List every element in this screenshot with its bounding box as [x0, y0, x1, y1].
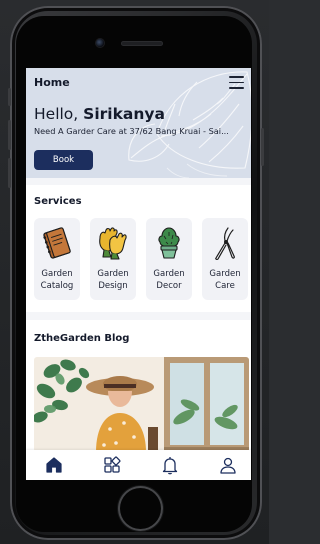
- power-button: [261, 128, 264, 166]
- service-label: Garden Care: [209, 268, 240, 292]
- pruning-shears-icon: [215, 227, 235, 261]
- catalog-book-icon: [43, 227, 71, 259]
- service-card-garden-care[interactable]: Garden Care: [202, 218, 248, 300]
- user-name: Sirikanya: [83, 105, 165, 123]
- service-label: Garden Catalog: [41, 268, 74, 292]
- book-button[interactable]: Book: [34, 150, 93, 170]
- gloves-icon: [99, 227, 127, 260]
- menu-line: [229, 81, 244, 83]
- service-label-line2: Design: [98, 281, 128, 291]
- service-card-garden-catalog[interactable]: Garden Catalog: [34, 218, 80, 300]
- menu-line: [229, 87, 244, 89]
- service-address: Need A Garder Care at 37/62 Bang Kruai -…: [34, 126, 229, 136]
- service-label: Garden Design: [97, 268, 128, 292]
- service-label-line1: Garden: [41, 269, 73, 279]
- user-icon[interactable]: [217, 454, 239, 476]
- home-icon[interactable]: [43, 454, 65, 476]
- earpiece-speaker: [121, 41, 163, 46]
- service-card-garden-decor[interactable]: Garden Decor: [146, 218, 192, 300]
- service-label: Garden Decor: [153, 268, 184, 292]
- app-screen: Home Hello, Sirikanya Need A Garder Care…: [26, 68, 251, 480]
- greeting: Hello, Sirikanya: [34, 105, 165, 123]
- greeting-prefix: Hello,: [34, 105, 84, 123]
- page-title: Home: [34, 76, 70, 89]
- blog-title: ZtheGarden Blog: [34, 333, 130, 344]
- bell-icon[interactable]: [159, 454, 181, 476]
- service-label-line2: Care: [215, 281, 235, 291]
- hero-header: Home Hello, Sirikanya Need A Garder Care…: [26, 68, 251, 178]
- device-stage: Home Hello, Sirikanya Need A Garder Care…: [0, 0, 269, 544]
- service-card-garden-design[interactable]: Garden Design: [90, 218, 136, 300]
- volume-up-button: [8, 120, 11, 150]
- grid-icon[interactable]: [101, 454, 123, 476]
- service-label-line1: Garden: [153, 269, 185, 279]
- service-label-line1: Garden: [97, 269, 129, 279]
- menu-line: [229, 76, 244, 78]
- potted-plant-icon: [158, 227, 180, 259]
- home-button[interactable]: [118, 486, 163, 531]
- service-label-line2: Catalog: [40, 281, 74, 291]
- service-label-line2: Decor: [156, 281, 182, 291]
- hamburger-menu-icon[interactable]: [229, 76, 244, 90]
- mute-switch: [8, 88, 11, 106]
- service-label-line1: Garden: [209, 269, 241, 279]
- front-camera: [96, 39, 104, 47]
- volume-down-button: [8, 158, 11, 188]
- services-section: Services Garden Catalog Garden Design Ga…: [26, 185, 251, 312]
- services-title: Services: [34, 196, 82, 207]
- blog-post-image[interactable]: [34, 357, 249, 452]
- bottom-tab-bar: [26, 450, 251, 480]
